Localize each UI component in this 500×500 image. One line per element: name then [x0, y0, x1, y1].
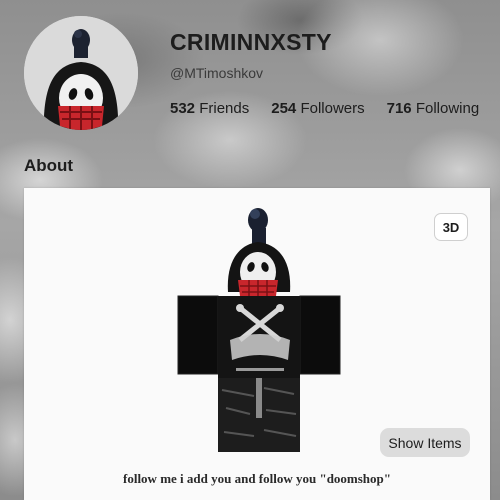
about-heading: About — [24, 156, 74, 175]
show-items-button[interactable]: Show Items — [380, 428, 470, 457]
about-description: follow me i add you and follow you "doom… — [123, 471, 391, 486]
friends-count: 532 — [170, 100, 196, 117]
friends-stat[interactable]: 532 Friends — [170, 100, 249, 117]
followers-label: Followers — [300, 100, 365, 117]
following-stat[interactable]: 716 Following — [387, 100, 480, 117]
avatar-figure[interactable] — [170, 200, 350, 460]
friends-label: Friends — [199, 100, 250, 117]
username: @MTimoshkov — [170, 65, 264, 81]
profile-stats: 532 Friends 254 Followers 716 Following — [170, 100, 479, 117]
display-name: CRIMINNXSTY — [170, 29, 332, 55]
followers-count: 254 — [271, 100, 297, 117]
followers-stat[interactable]: 254 Followers — [271, 100, 364, 117]
avatar-headshot[interactable] — [24, 16, 138, 130]
following-label: Following — [415, 100, 480, 117]
avatar-image — [24, 16, 138, 130]
view-3d-button[interactable]: 3D — [434, 213, 468, 241]
following-count: 716 — [386, 100, 412, 117]
